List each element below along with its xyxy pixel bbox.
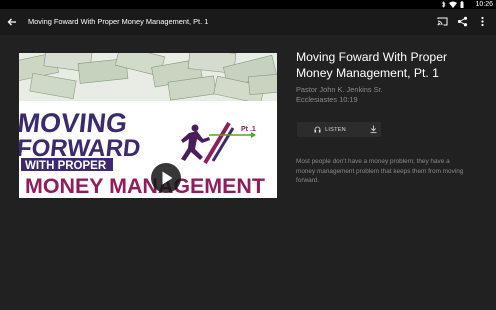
share-icon[interactable] <box>457 16 468 27</box>
running-figure-icon <box>181 124 210 161</box>
episode-description: Most people don't have a money problem; … <box>296 158 464 185</box>
download-icon[interactable] <box>368 124 379 135</box>
art-line-money-management: MONEY MANAGEMENT <box>25 175 265 198</box>
wifi-icon <box>449 1 457 8</box>
episode-actions: LISTEN <box>297 122 381 137</box>
art-line-with-proper: WITH PROPER <box>25 160 107 172</box>
play-button[interactable] <box>150 162 182 194</box>
episode-info: Moving Foward With Proper Money Manageme… <box>296 50 476 105</box>
toolbar-title: Moving Foward With Proper Money Manageme… <box>28 17 209 26</box>
listen-button[interactable]: LISTEN <box>297 122 363 137</box>
art-badge: Pt .1 <box>241 126 256 133</box>
cast-icon[interactable] <box>437 16 448 27</box>
art-line-moving: MOVING <box>19 107 129 138</box>
artwork-graphic: MOVING FORWARD WITH PROPER MONEY MANAGEM… <box>19 107 265 198</box>
listen-label: LISTEN <box>325 126 346 133</box>
bluetooth-icon <box>441 1 446 8</box>
episode-scripture: Ecclesiastes 10:19 <box>296 95 358 104</box>
episode-speaker: Pastor John K. Jenkins Sr. <box>296 85 383 94</box>
back-arrow-icon[interactable] <box>6 16 18 28</box>
episode-artwork[interactable]: MOVING FORWARD WITH PROPER MONEY MANAGEM… <box>19 53 277 198</box>
clock: 10:26 <box>475 1 493 8</box>
app-toolbar: Moving Foward With Proper Money Manageme… <box>0 9 496 35</box>
battery-icon <box>460 1 464 8</box>
status-bar: 10:26 <box>0 0 496 9</box>
art-line-forward: FORWARD <box>19 135 142 162</box>
episode-title: Moving Foward With Proper Money Manageme… <box>296 50 448 80</box>
headphones-icon <box>314 126 321 133</box>
more-vert-icon[interactable] <box>477 16 488 27</box>
